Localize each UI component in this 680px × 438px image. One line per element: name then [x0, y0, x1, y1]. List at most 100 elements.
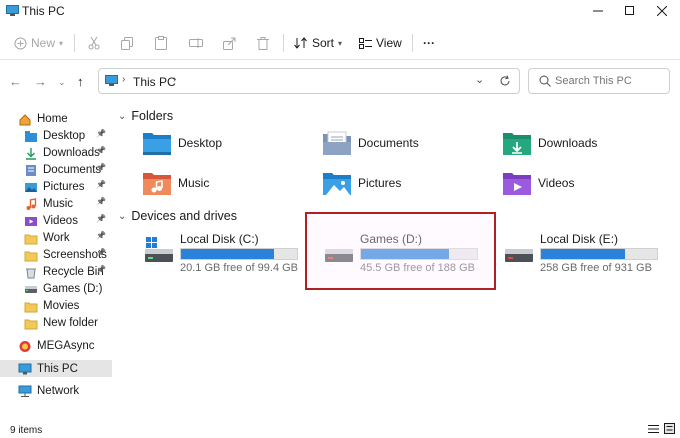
drives-section-header[interactable]: ⌄ Devices and drives [118, 209, 237, 223]
search-icon [539, 75, 551, 87]
chevron-down-icon: ⌄ [118, 110, 127, 122]
refresh-icon[interactable] [499, 75, 511, 87]
scissors-icon [88, 36, 100, 50]
chevron-down-icon: ▾ [338, 38, 343, 48]
sidebar-item-downloads[interactable]: Downloads 📌 [0, 144, 112, 161]
sidebar-item-label: Home [37, 112, 68, 125]
sidebar-item-screenshots[interactable]: Screenshots 📌 [0, 246, 112, 263]
sidebar-item-label: Music [43, 197, 74, 210]
search-box[interactable] [528, 68, 670, 94]
rename-button[interactable] [189, 32, 203, 54]
folders-section-header[interactable]: ⌄ Folders [118, 109, 173, 123]
details-view-icon[interactable] [648, 424, 659, 434]
drive-usage-fill [541, 249, 625, 259]
back-button[interactable]: ← [9, 74, 22, 89]
copy-icon [121, 36, 133, 50]
status-bar: 9 items [0, 420, 680, 438]
sort-button[interactable]: Sort ▾ [294, 32, 342, 54]
recent-locations-button[interactable]: ⌄ [58, 77, 66, 88]
sidebar-item-music[interactable]: Music 📌 [0, 195, 112, 212]
sidebar-item-megasync[interactable]: MEGAsync [0, 337, 112, 354]
pin-icon: 📌 [96, 214, 106, 223]
address-bar[interactable]: › This PC › ⌄ [98, 68, 520, 94]
paste-button[interactable] [155, 32, 167, 54]
close-button[interactable] [646, 0, 678, 22]
folder-tile-videos[interactable]: Videos [502, 166, 652, 200]
breadcrumb-this-pc[interactable]: This PC [133, 75, 176, 89]
cut-button[interactable] [88, 32, 100, 54]
recycle-bin-icon [24, 266, 38, 278]
sidebar-item-movies[interactable]: Movies [0, 297, 112, 314]
sidebar-item-label: Work [43, 231, 70, 244]
pictures-icon [24, 181, 38, 193]
search-input[interactable] [555, 73, 665, 89]
download-icon [24, 147, 38, 160]
folder-tile-downloads[interactable]: Downloads [502, 126, 652, 160]
forward-button[interactable]: → [34, 74, 47, 89]
windows-drive-icon [144, 236, 174, 266]
pin-icon: 📌 [96, 265, 106, 274]
up-button[interactable]: ↑ [77, 74, 84, 89]
view-button[interactable]: View [359, 32, 402, 54]
folder-tile-pictures[interactable]: Pictures [322, 166, 472, 200]
share-button[interactable] [223, 32, 236, 54]
folder-tile-desktop[interactable]: Desktop [142, 126, 292, 160]
sidebar-item-recycle-bin[interactable]: Recycle Bin 📌 [0, 263, 112, 280]
drive-free-space: 20.1 GB free of 99.4 GB [180, 262, 299, 274]
minimize-button[interactable] [582, 0, 614, 22]
new-button[interactable]: New ▾ [14, 32, 63, 54]
tiles-view-icon[interactable] [664, 423, 675, 434]
more-options-button[interactable]: ··· [423, 32, 435, 54]
delete-button[interactable] [257, 32, 269, 54]
sidebar-item-label: Pictures [43, 180, 85, 193]
sidebar-item-home[interactable]: Home [0, 110, 112, 127]
sidebar-item-documents[interactable]: Documents 📌 [0, 161, 112, 178]
drive-tile[interactable]: Local Disk (C:) 20.1 GB free of 99.4 GB [144, 232, 304, 276]
sidebar-item-desktop[interactable]: Desktop 📌 [0, 127, 112, 144]
toolbar-divider [74, 34, 75, 52]
sidebar-item-pictures[interactable]: Pictures 📌 [0, 178, 112, 195]
pin-icon: 📌 [96, 146, 106, 155]
item-count: 9 items [10, 425, 43, 436]
sidebar-item-work[interactable]: Work 📌 [0, 229, 112, 246]
sidebar-item-this-pc[interactable]: This PC [0, 360, 112, 377]
drive-usage-bar [540, 248, 658, 260]
folder-tile-documents[interactable]: Documents [322, 126, 472, 160]
chevron-down-icon: ▾ [59, 38, 64, 48]
drive-free-space: 258 GB free of 931 GB [540, 262, 652, 274]
sidebar-item-label: New folder [43, 316, 98, 329]
sidebar-item-games-d[interactable]: Games (D:) [0, 280, 112, 297]
sidebar-item-videos[interactable]: Videos 📌 [0, 212, 112, 229]
chevron-down-icon: ⌄ [118, 210, 127, 222]
network-icon [18, 385, 32, 397]
this-pc-icon [18, 363, 32, 375]
copy-button[interactable] [121, 32, 133, 54]
minimize-icon [593, 10, 603, 12]
home-icon [18, 113, 32, 125]
drive-name: Local Disk (C:) [180, 232, 259, 246]
sidebar-item-new-folder[interactable]: New folder [0, 314, 112, 331]
music-icon [24, 197, 38, 210]
more-options-icon: ··· [423, 36, 435, 50]
drive-icon [504, 236, 534, 266]
sidebar-item-label: This PC [37, 362, 78, 375]
drive-usage-fill [181, 249, 274, 259]
desktop-folder-icon [142, 130, 172, 156]
maximize-button[interactable] [614, 0, 646, 22]
drive-tile[interactable]: Local Disk (E:) 258 GB free of 931 GB [504, 232, 664, 276]
folder-tile-music[interactable]: Music [142, 166, 292, 200]
sidebar-item-label: Network [37, 384, 80, 397]
folder-label: Music [178, 176, 210, 190]
pin-icon: 📌 [96, 129, 106, 138]
documents-icon [24, 164, 38, 176]
navigation-pane: Home Desktop 📌 Downloads 📌 Documents 📌 Pictures… [0, 104, 112, 420]
toolbar-divider [283, 34, 284, 52]
trash-icon [257, 36, 269, 50]
sidebar-item-label: Movies [43, 299, 80, 312]
this-pc-icon [105, 75, 118, 86]
sidebar-item-network[interactable]: Network [0, 382, 112, 399]
pin-icon: 📌 [96, 248, 106, 257]
address-dropdown-button[interactable]: ⌄ [475, 73, 484, 86]
chevron-right-icon[interactable]: › [173, 74, 176, 85]
drive-name: Local Disk (E:) [540, 232, 619, 246]
